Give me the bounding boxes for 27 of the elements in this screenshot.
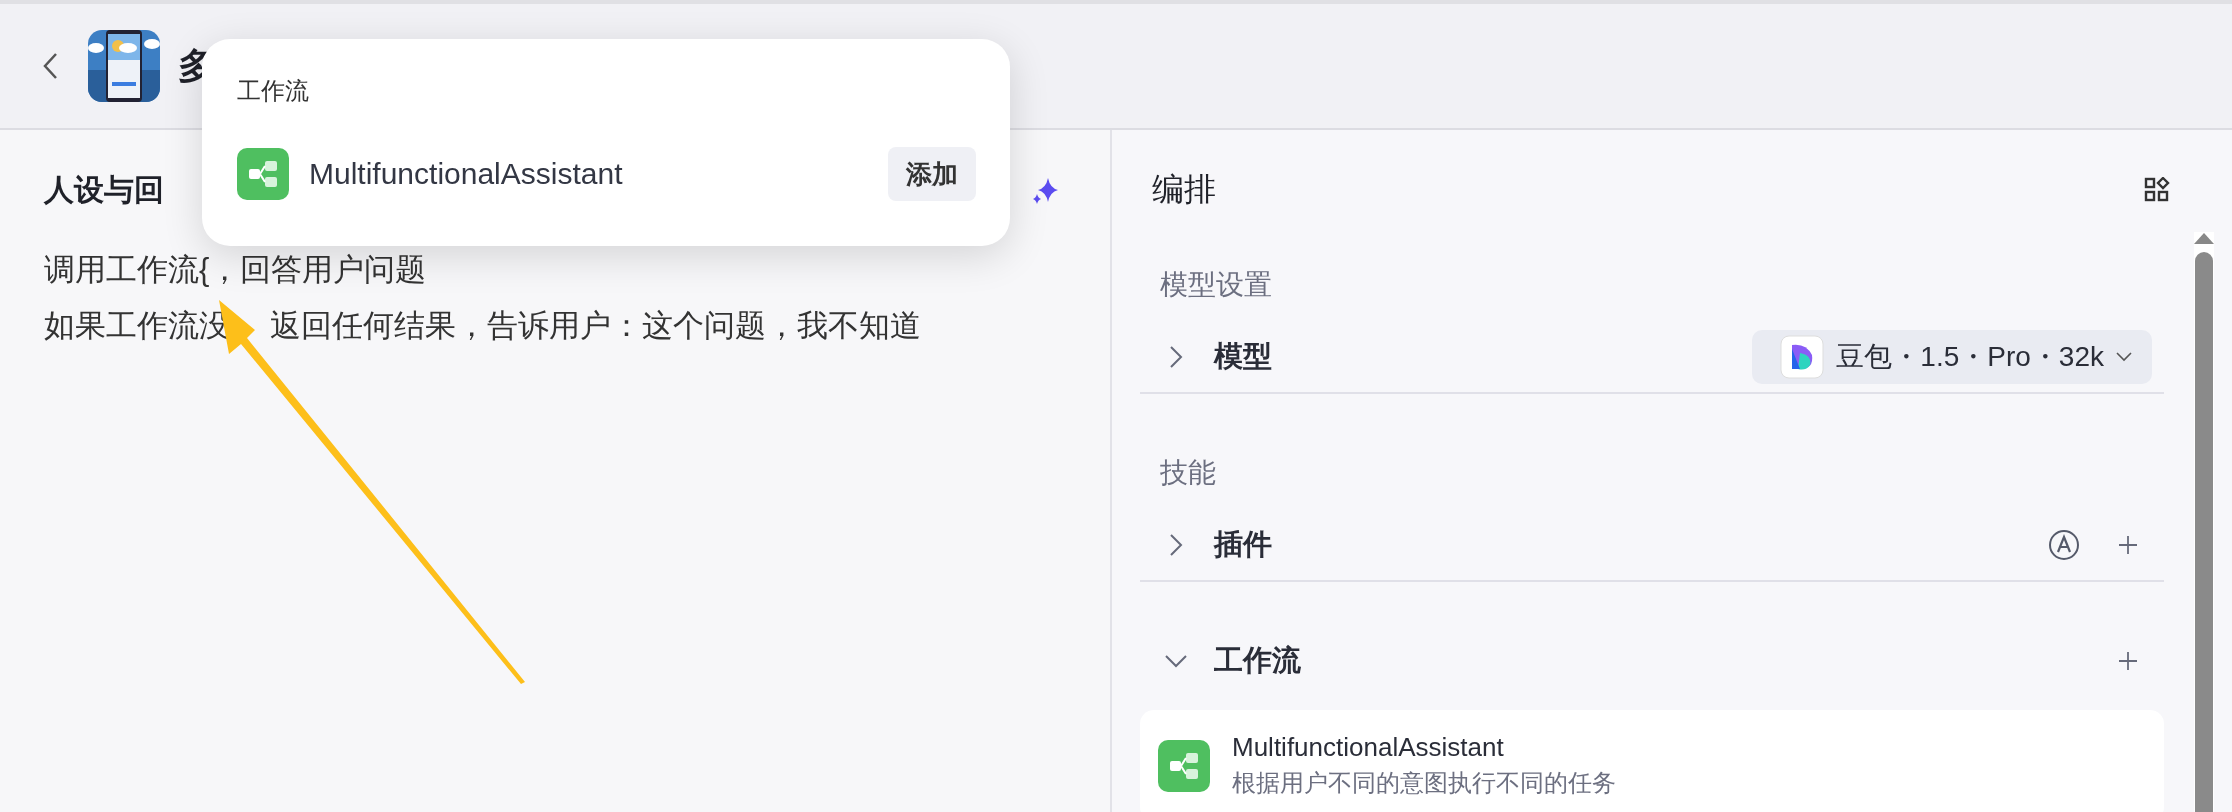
row-label: 模型 xyxy=(1214,339,1272,374)
scroll-up-icon[interactable] xyxy=(2194,232,2214,244)
prompt-text: 调用工作流{，回答用户问题 xyxy=(44,251,427,289)
add-icon[interactable] xyxy=(2118,651,2138,671)
section-title: 人设与回 xyxy=(44,171,164,208)
workflow-description: 根据用户不同的意图执行不同的任务 xyxy=(1232,768,1616,798)
add-button[interactable]: 添加 xyxy=(888,147,976,201)
group-label: 技能 xyxy=(1159,456,1217,490)
prompt-text: 返回任何结果，告诉用户：这个问题，我不知道 xyxy=(270,307,922,345)
workflow-name: MultifunctionalAssistant xyxy=(1232,732,1505,763)
scrollbar[interactable] xyxy=(2194,232,2214,812)
group-label: 模型设置 xyxy=(1159,268,1273,302)
add-icon[interactable] xyxy=(2118,535,2138,555)
row-label: 插件 xyxy=(1214,527,1272,562)
workflow-card[interactable]: MultifunctionalAssistant 根据用户不同的意图执行不同的任务 xyxy=(1140,710,2164,812)
back-icon[interactable] xyxy=(42,52,58,80)
caret-icon xyxy=(2116,352,2132,362)
auto-icon[interactable] xyxy=(2048,529,2080,561)
popup-heading: 工作流 xyxy=(237,76,310,106)
model-logo-icon xyxy=(1780,335,1825,379)
workflow-icon xyxy=(1158,739,1210,792)
layout-icon[interactable] xyxy=(2144,177,2170,203)
workflow-name: MultifunctionalAssistant xyxy=(309,157,624,191)
model-select[interactable]: 豆包・1.5・Pro・32k xyxy=(1752,330,2152,384)
workflow-icon xyxy=(237,148,289,200)
panel-title: 编排 xyxy=(1152,170,1216,209)
row-label: 工作流 xyxy=(1214,643,1301,678)
